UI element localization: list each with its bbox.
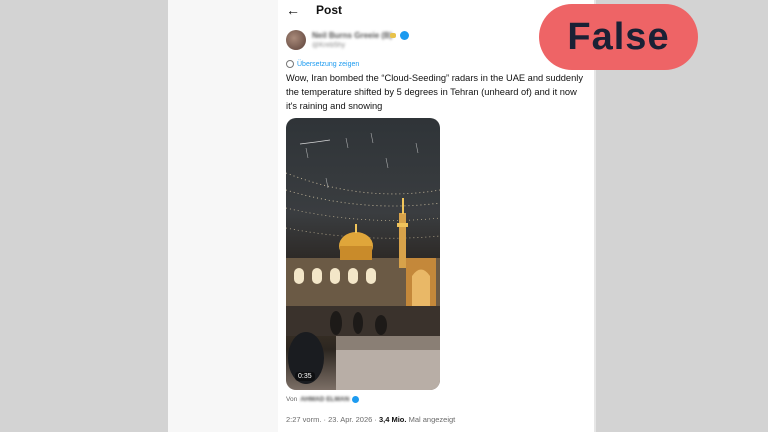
page-title: Post xyxy=(316,3,343,17)
avatar[interactable] xyxy=(286,30,306,50)
translate-link[interactable]: Übersetzung zeigen xyxy=(286,60,359,68)
post-timestamp[interactable]: 2:27 vorm. · 23. Apr. 2026 · xyxy=(286,415,379,424)
verified-badge-icon xyxy=(352,396,360,403)
via-name: AHMAD ELMAN xyxy=(300,396,350,403)
author-handle[interactable]: @Kreb5hy xyxy=(312,42,345,49)
author-name[interactable]: Neil Burns Greeie (B) xyxy=(312,31,392,40)
views-label: Mal angezeigt xyxy=(406,415,456,424)
fact-check-verdict: False xyxy=(567,15,670,58)
fact-check-badge: False xyxy=(539,4,698,70)
affiliate-badge-icon xyxy=(390,33,396,38)
arrow-left-icon[interactable]: ← xyxy=(286,2,302,18)
views-count: 3,4 Mio. xyxy=(378,415,407,424)
video-player[interactable]: 0:35 xyxy=(286,118,440,390)
left-background xyxy=(0,0,168,432)
globe-icon xyxy=(286,60,294,68)
video-thumbnail xyxy=(286,132,440,390)
post-panel: ← Post Neil Burns Greeie (B) @Kreb5hy Üb… xyxy=(278,0,594,432)
translate-label: Übersetzung zeigen xyxy=(297,60,360,68)
via-prefix: Von xyxy=(286,396,298,403)
verified-badge-icon xyxy=(400,31,409,40)
post-metadata: 2:27 vorm. · 23. Apr. 2026 · 3,4 Mio. Ma… xyxy=(286,415,455,424)
tweet-text: Wow, Iran bombed the “Cloud-Seeding” rad… xyxy=(286,73,583,111)
video-attribution[interactable]: Von AHMAD ELMAN xyxy=(286,396,360,403)
video-duration: 0:35 xyxy=(295,372,315,381)
left-gutter xyxy=(168,0,278,432)
